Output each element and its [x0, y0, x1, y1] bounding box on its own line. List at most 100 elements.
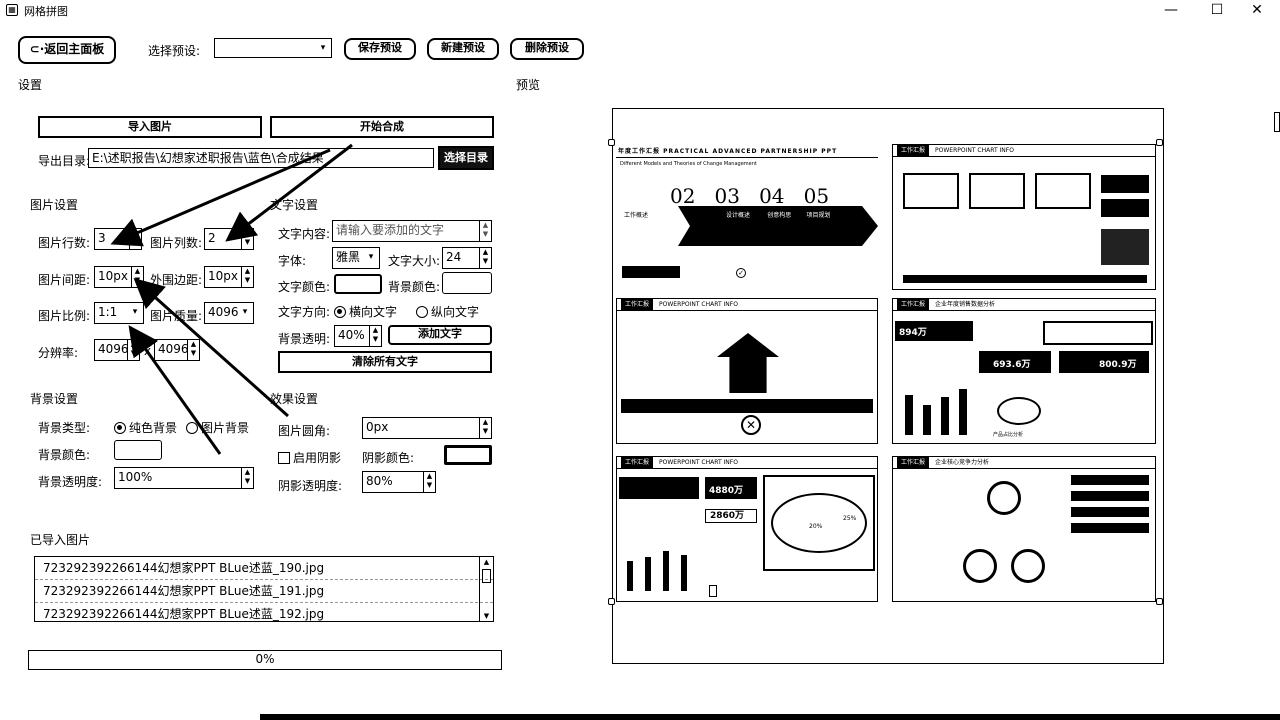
resolution-label: 分辨率:	[38, 346, 79, 360]
stepper-icon[interactable]: ▲ ▼	[369, 326, 381, 346]
bar	[959, 389, 967, 435]
bg-color-swatch[interactable]	[114, 440, 162, 460]
imported-list[interactable]: 723292392266144幻想家PPT BLue述蓝_190.jpg 723…	[34, 556, 494, 622]
text-color-swatch[interactable]	[334, 274, 382, 294]
stepper-icon[interactable]: ▲ ▼	[241, 267, 253, 287]
preview-tile-2: 工作汇报 POWERPOINT CHART INFO	[892, 144, 1156, 290]
quality-select[interactable]: 4096 ▾	[204, 302, 254, 324]
stat-box: 2860万	[705, 509, 757, 523]
add-text-button[interactable]: 添加文字	[388, 325, 492, 345]
font-size-input[interactable]: 24 ▲ ▼	[442, 247, 492, 269]
tile-tag: 工作汇报	[621, 299, 654, 310]
list-item[interactable]: 723292392266144幻想家PPT BLue述蓝_190.jpg	[35, 557, 493, 580]
pie-label: 25%	[843, 515, 857, 522]
stat-box	[619, 477, 699, 499]
import-images-button[interactable]: 导入图片	[38, 116, 262, 138]
scroll-down-icon[interactable]: ▼	[480, 611, 493, 621]
bg-opacity-label: 背景透明度:	[38, 475, 103, 489]
bg-opacity-input[interactable]: 100% ▲ ▼	[114, 467, 254, 489]
resize-handle[interactable]	[1156, 139, 1163, 146]
chart-frame: 20% 25%	[763, 475, 875, 571]
scroll-thumb[interactable]	[482, 569, 491, 583]
clear-text-button[interactable]: 清除所有文字	[278, 351, 492, 373]
export-dir-input[interactable]: E:\述职报告\幻想家述职报告\蓝色\合成结果	[88, 148, 434, 168]
preview-header: 预览	[516, 78, 541, 92]
text-bg-color-label: 背景颜色:	[388, 280, 441, 294]
resize-handle[interactable]	[1156, 598, 1163, 605]
close-button[interactable]: ✕	[1240, 0, 1274, 20]
node-circle	[1011, 549, 1045, 583]
back-button[interactable]: ⊂·返回主面板	[18, 36, 116, 64]
deco-bar	[1071, 507, 1149, 517]
shadow-checkbox[interactable]: 启用阴影	[278, 449, 341, 466]
bar	[627, 561, 633, 591]
solid-bg-radio[interactable]: 纯色背景	[114, 419, 177, 436]
delete-preset-button[interactable]: 删除预设	[510, 38, 584, 60]
window-scrollbar[interactable]	[1274, 112, 1280, 132]
deco-bar	[1071, 491, 1149, 501]
start-compose-button[interactable]: 开始合成	[270, 116, 494, 138]
maximize-button[interactable]: ☐	[1200, 0, 1234, 20]
stepper-icon[interactable]: ▲ ▼	[187, 340, 199, 360]
text-bg-color-swatch[interactable]	[442, 272, 492, 294]
stat-box: 4880万	[705, 477, 757, 499]
corner-radius-input[interactable]: 0px ▲ ▼	[362, 417, 492, 439]
step-number: 02	[670, 184, 696, 208]
tile-header: POWERPOINT CHART INFO	[659, 459, 738, 466]
image-bg-radio[interactable]: 图片背景	[186, 419, 249, 436]
stepper-icon[interactable]: ▲ ▼	[479, 221, 491, 241]
list-item[interactable]: 723292392266144幻想家PPT BLue述蓝_192.jpg	[35, 603, 493, 621]
vertical-radio[interactable]: 纵向文字	[416, 303, 479, 320]
window-title: 网格拼图	[24, 5, 68, 18]
resolution-width-input[interactable]: 4096 ▲ ▼	[94, 339, 140, 361]
stepper-icon[interactable]: ▲ ▼	[131, 267, 143, 287]
shadow-opacity-input[interactable]: 80% ▲ ▼	[362, 471, 436, 493]
tile-header: 企业年度销售数据分析	[935, 301, 996, 308]
back-arrow-icon: ⊂·	[29, 42, 45, 56]
save-preset-button[interactable]: 保存预设	[344, 38, 416, 60]
bar	[941, 397, 949, 435]
text-content-input[interactable]: 请输入要添加的文字 ▲ ▼	[332, 220, 492, 242]
margin-input[interactable]: 10px ▲ ▼	[204, 266, 254, 288]
font-select[interactable]: 雅黑 ▾	[332, 247, 380, 269]
new-preset-button[interactable]: 新建预设	[427, 38, 499, 60]
choose-dir-button[interactable]: 选择目录	[438, 146, 494, 170]
cols-input[interactable]: 2 ▲ ▼	[204, 228, 254, 250]
minimize-button[interactable]: —	[1154, 0, 1188, 20]
tile-subtitle: Different Models and Theories of Change …	[620, 161, 757, 167]
ratio-select[interactable]: 1:1 ▾	[94, 302, 144, 324]
text-direction-label: 文字方向:	[278, 305, 331, 319]
rows-input[interactable]: 3 ▲ ▼	[94, 228, 142, 250]
stepper-icon[interactable]: ▲ ▼	[127, 340, 139, 360]
stat-box: 693.6万	[979, 351, 1051, 373]
resolution-height-input[interactable]: 4096 ▲ ▼	[154, 339, 200, 361]
spacing-input[interactable]: 10px ▲ ▼	[94, 266, 144, 288]
scroll-up-icon[interactable]: ▲	[480, 557, 493, 567]
resize-handle[interactable]	[608, 598, 615, 605]
stepper-icon[interactable]: ▲ ▼	[241, 229, 253, 249]
preview-tile-6: 工作汇报 企业核心竞争力分析	[892, 456, 1156, 602]
shadow-color-swatch[interactable]	[444, 445, 492, 465]
triangle-diagram	[963, 479, 1045, 589]
text-bg-opacity-input[interactable]: 40% ▲ ▼	[334, 325, 382, 347]
stepper-icon[interactable]: ▲ ▼	[479, 248, 491, 268]
doc-icon	[709, 585, 717, 597]
stepper-icon[interactable]: ▲ ▼	[423, 472, 435, 492]
stepper-icon[interactable]: ▲ ▼	[129, 229, 141, 249]
deco-bar	[621, 399, 873, 413]
font-size-label: 文字大小:	[388, 254, 441, 268]
ratio-label: 图片比例:	[38, 309, 91, 323]
chevron-down-icon: ▾	[242, 307, 248, 317]
resize-handle[interactable]	[608, 139, 615, 146]
list-item[interactable]: 723292392266144幻想家PPT BLue述蓝_191.jpg	[35, 580, 493, 603]
preset-select[interactable]: ▾	[214, 38, 332, 58]
horizontal-radio[interactable]: 横向文字	[334, 303, 397, 320]
check-icon: ✓	[736, 268, 746, 278]
stepper-icon[interactable]: ▲ ▼	[479, 418, 491, 438]
step-number: 05	[803, 184, 830, 208]
list-scrollbar[interactable]: ▲ ▼	[479, 557, 493, 621]
stat-box	[1043, 321, 1153, 345]
cloud-icon	[1101, 175, 1149, 193]
stepper-icon[interactable]: ▲ ▼	[241, 468, 253, 488]
effect-settings-header: 效果设置	[270, 392, 319, 406]
